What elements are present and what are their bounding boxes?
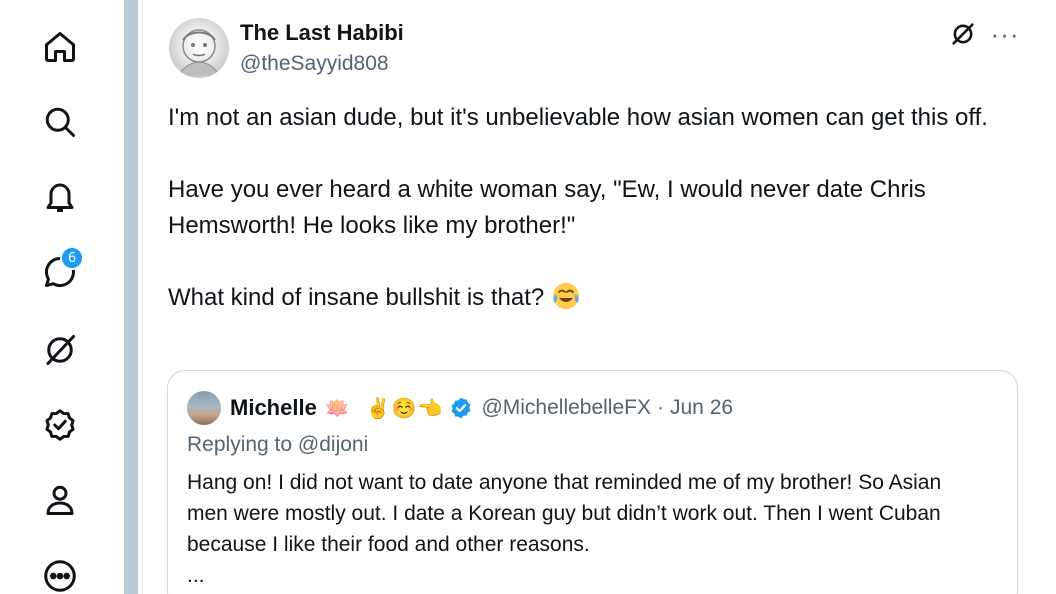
- messages-badge: 6: [60, 246, 84, 270]
- face-with-tears-of-joy-icon: [551, 281, 581, 311]
- replying-to: Replying to @dijoni: [187, 433, 368, 457]
- grok-icon[interactable]: [40, 330, 80, 370]
- search-icon[interactable]: [40, 102, 80, 142]
- tweet-paragraph: Have you ever heard a white woman say, "…: [168, 176, 926, 239]
- quote-ellipsis: ...: [187, 564, 205, 587]
- notifications-icon[interactable]: [40, 177, 80, 217]
- quote-name-emojis: ✌️☺️👈: [365, 397, 444, 420]
- quote-author-name: Michelle: [230, 395, 317, 420]
- author-avatar[interactable]: [169, 18, 229, 78]
- sidebar-nav: 6: [0, 0, 124, 594]
- quote-name-emoji: 🪷: [324, 397, 350, 420]
- profile-icon[interactable]: [40, 480, 80, 520]
- more-options-icon[interactable]: ···: [989, 18, 1021, 50]
- tweet-paragraph: What kind of insane bullshit is that?: [168, 280, 1018, 316]
- more-icon[interactable]: [40, 556, 80, 594]
- tweet-text: I'm not an asian dude, but it's unbeliev…: [168, 100, 1018, 316]
- quoted-tweet[interactable]: Michelle 🪷 ✌️☺️👈 @MichellebelleFX · Jun …: [167, 370, 1018, 594]
- quote-header: Michelle 🪷 ✌️☺️👈 @MichellebelleFX · Jun …: [230, 393, 733, 423]
- verified-badge-icon: [449, 396, 473, 420]
- replying-to-label: Replying to: [187, 433, 293, 456]
- tweet-paragraph-text: What kind of insane bullshit is that?: [168, 284, 545, 311]
- quote-author-avatar: [187, 391, 221, 425]
- author-name[interactable]: The Last Habibi: [240, 20, 404, 46]
- quote-author-handle: @MichellebelleFX: [481, 396, 651, 419]
- quote-date: Jun 26: [670, 396, 734, 419]
- tweet-paragraph: I'm not an asian dude, but it's unbeliev…: [168, 104, 988, 131]
- quote-body: Hang on! I did not want to date anyone t…: [187, 467, 987, 591]
- author-handle[interactable]: @theSayyid808: [240, 52, 389, 76]
- replying-to-handle[interactable]: @dijoni: [298, 433, 368, 456]
- quote-separator: ·: [657, 396, 664, 419]
- grok-icon[interactable]: [947, 18, 979, 50]
- home-icon[interactable]: [40, 27, 80, 67]
- tweet[interactable]: The Last Habibi @theSayyid808 ··· I'm no…: [143, 0, 1056, 594]
- column-divider: [124, 0, 138, 594]
- verified-orgs-icon[interactable]: [40, 405, 80, 445]
- quote-body-text: Hang on! I did not want to date anyone t…: [187, 471, 942, 556]
